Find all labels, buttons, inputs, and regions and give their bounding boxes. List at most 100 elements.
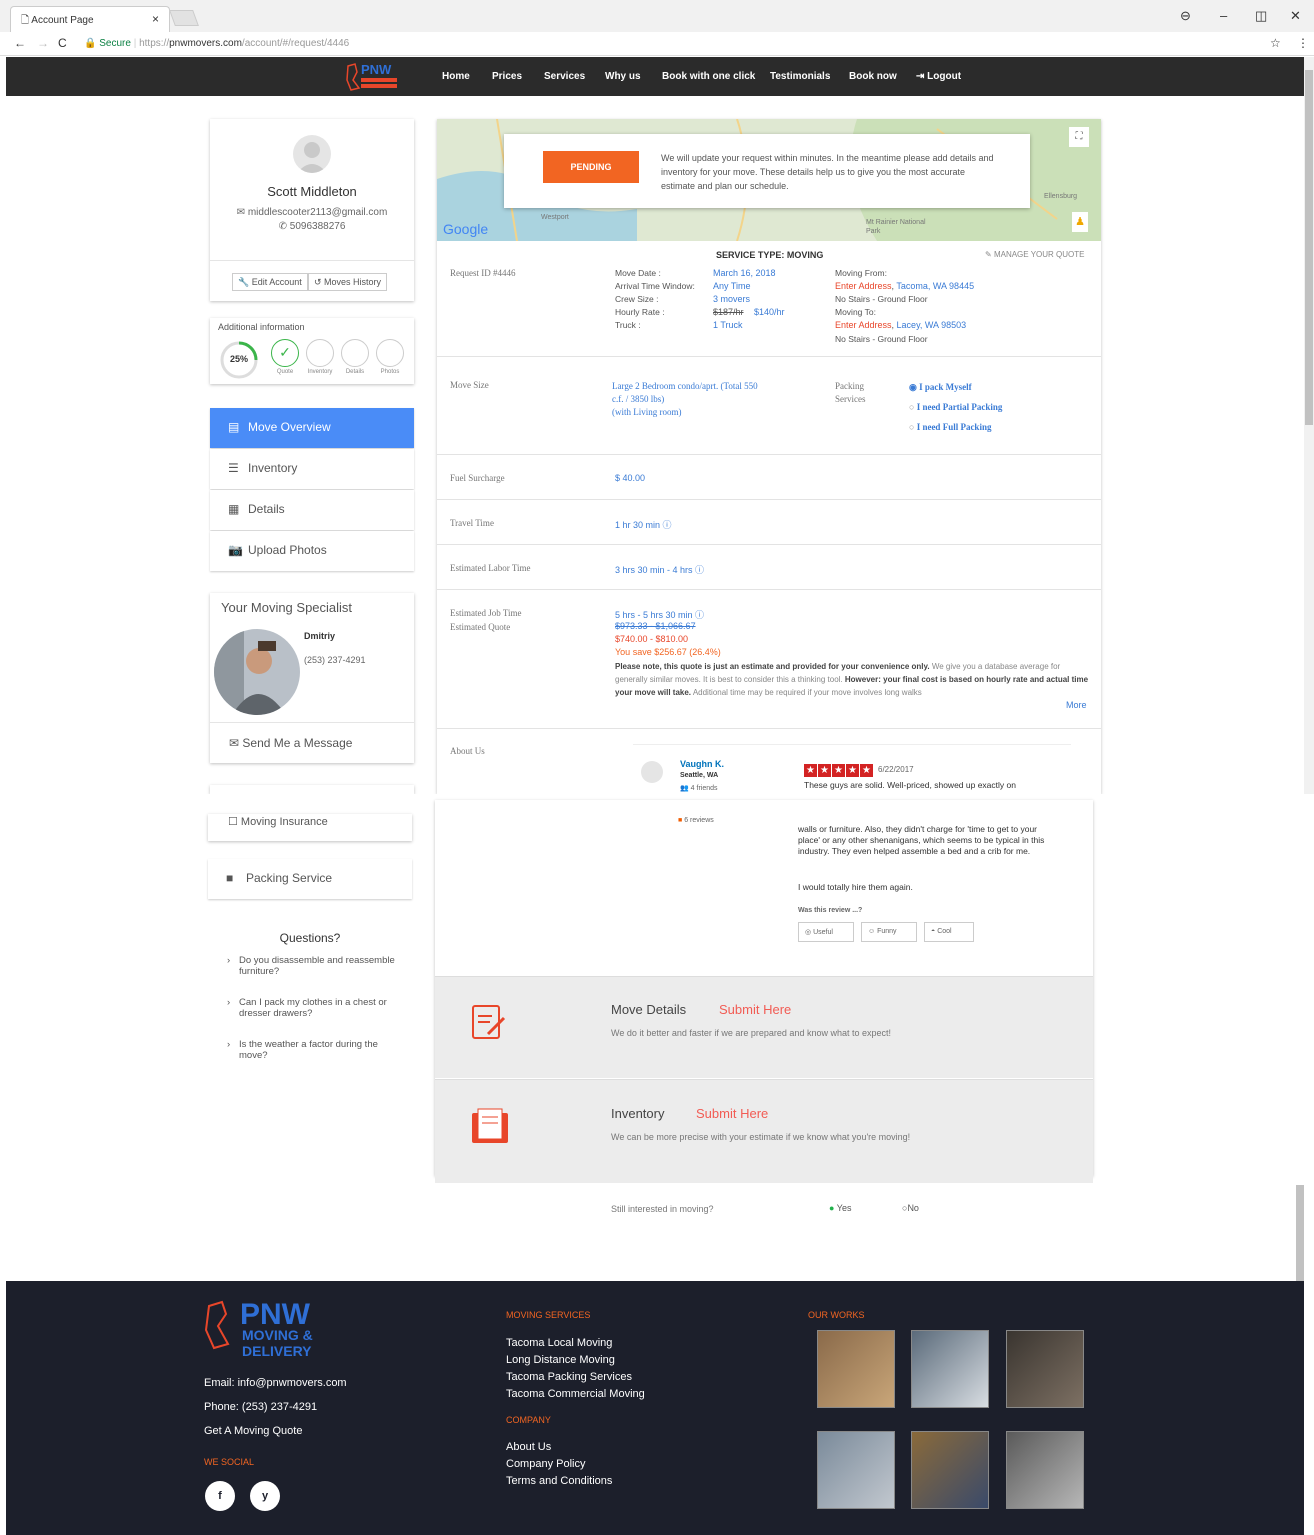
menu-inventory[interactable]: ☰ Inventory (210, 449, 414, 489)
inventory-icon (470, 1107, 510, 1145)
footer-link[interactable]: Company Policy (506, 1456, 585, 1473)
details-step-icon[interactable] (341, 339, 369, 367)
submit-here-link[interactable]: Submit Here (719, 1002, 791, 1017)
work-photo[interactable] (817, 1330, 895, 1408)
move-size-value[interactable]: Large 2 Bedroom condo/aprt. (Total 550 c… (612, 380, 758, 419)
footer-link[interactable]: Long Distance Moving (506, 1352, 615, 1369)
move-date[interactable]: March 16, 2018 (713, 268, 776, 278)
footer-link[interactable]: Tacoma Packing Services (506, 1369, 632, 1386)
info-icon[interactable]: ⓘ (695, 565, 704, 575)
from-address[interactable]: Enter Address, Tacoma, WA 98445 (835, 281, 974, 291)
facebook-icon[interactable]: f (205, 1481, 235, 1511)
maximize-icon[interactable]: ◫ (1255, 8, 1267, 24)
job-time-label: Estimated Job Time (450, 608, 522, 618)
forward-icon[interactable]: → (37, 36, 49, 50)
nav-book-now[interactable]: Book now (849, 71, 897, 82)
divider (437, 728, 1101, 729)
reload-icon[interactable]: C (58, 36, 67, 50)
nav-home[interactable]: Home (442, 71, 470, 82)
yes-label: Yes (836, 1203, 852, 1213)
cool-button[interactable]: ◓ Cool (924, 922, 974, 942)
footer-link[interactable]: Terms and Conditions (506, 1473, 612, 1490)
minimize-icon[interactable]: – (1220, 8, 1227, 23)
packing-option-full[interactable]: ○ I need Full Packing (909, 422, 991, 432)
move-size-line: Large 2 Bedroom condo/aprt. (Total 550 (612, 381, 758, 391)
footer-link[interactable]: Tacoma Local Moving (506, 1335, 612, 1352)
nav-services[interactable]: Services (544, 71, 585, 82)
nav-why-us[interactable]: Why us (605, 71, 641, 82)
crew-label: Crew Size : (615, 294, 659, 304)
work-photo[interactable] (911, 1330, 989, 1408)
info-icon[interactable]: ⓘ (663, 520, 672, 530)
divider (210, 260, 414, 261)
interest-yes[interactable]: ● Yes (829, 1203, 851, 1213)
more-link[interactable]: More (1066, 700, 1087, 710)
photos-step-icon[interactable] (376, 339, 404, 367)
bookmark-star-icon[interactable]: ☆ (1270, 36, 1281, 50)
funny-button[interactable]: ☺ Funny (861, 922, 917, 942)
funny-label: Funny (877, 928, 897, 935)
quote-check-icon[interactable]: ✓ (271, 339, 299, 367)
nav-testimonials[interactable]: Testimonials (770, 71, 830, 82)
profile-icon[interactable]: ⊖ (1180, 8, 1191, 24)
url-scheme: https:// (139, 38, 170, 49)
tab-close-icon[interactable]: × (152, 12, 159, 26)
faq-item[interactable]: › Do you disassemble and reassemble furni… (227, 955, 397, 977)
footer-email[interactable]: Email: info@pnwmovers.com (204, 1375, 347, 1392)
packing-option-self[interactable]: ◉ I pack Myself (909, 382, 972, 393)
progress-ring: 25% (219, 340, 259, 380)
pegman-icon[interactable]: ♟ (1072, 212, 1088, 232)
browser-tab[interactable]: 🗋 Account Page × (10, 6, 170, 34)
to-address[interactable]: Enter Address, Lacey, WA 98503 (835, 320, 966, 330)
work-photo[interactable] (1006, 1431, 1084, 1509)
nav-prices[interactable]: Prices (492, 71, 522, 82)
work-photo[interactable] (911, 1431, 989, 1509)
arrival-window[interactable]: Any Time (713, 281, 751, 291)
url-field[interactable]: 🔒 Secure | https://pnwmovers.com/account… (80, 35, 1260, 53)
footer-phone[interactable]: Phone: (253) 237-4291 (204, 1399, 317, 1416)
enter-address-link[interactable]: Enter Address (835, 281, 892, 291)
footer-quote-link[interactable]: Get A Moving Quote (204, 1423, 302, 1440)
moves-history-button[interactable]: ↺ Moves History (308, 273, 388, 291)
info-icon[interactable]: ⓘ (695, 610, 704, 620)
footer-link[interactable]: About Us (506, 1439, 551, 1456)
truck-count[interactable]: 1 Truck (713, 320, 743, 330)
enter-address-link[interactable]: Enter Address (835, 320, 892, 330)
footer-logo[interactable]: PNW MOVING & DELIVERY (204, 1296, 324, 1359)
profile-phone: ✆ 5096388276 (210, 221, 414, 232)
faq-item[interactable]: › Is the weather a factor during the move… (227, 1039, 397, 1061)
menu-dots-icon[interactable]: ⋮ (1297, 36, 1309, 50)
close-window-icon[interactable]: ✕ (1290, 8, 1301, 24)
faq-item[interactable]: › Can I pack my clothes in a chest or dre… (227, 997, 397, 1019)
footer-link[interactable]: Tacoma Commercial Moving (506, 1386, 645, 1403)
send-message-button[interactable]: ✉ Send Me a Message (229, 736, 352, 750)
interest-no[interactable]: ○No (902, 1203, 919, 1213)
packing-option-partial[interactable]: ○ I need Partial Packing (909, 402, 1002, 412)
edit-account-button[interactable]: 🔧 Edit Account (232, 273, 308, 291)
back-icon[interactable]: ← (14, 36, 26, 50)
chevron-right-icon: › (227, 955, 231, 966)
menu-move-overview[interactable]: ▤ Move Overview (210, 408, 414, 448)
manage-quote-link[interactable]: ✎ MANAGE YOUR QUOTE (985, 250, 1084, 259)
fullscreen-icon[interactable]: ⛶ (1069, 127, 1089, 147)
page-icon: 🗋 (21, 15, 32, 26)
work-photo[interactable] (817, 1431, 895, 1509)
inventory-step-icon[interactable] (306, 339, 334, 367)
crew-size[interactable]: 3 movers (713, 294, 750, 304)
to-stairs: No Stairs - Ground Floor (835, 334, 928, 344)
profile-email: ✉ middlescooter2113@gmail.com (210, 207, 414, 218)
menu-moving-insurance[interactable]: ☐ Moving Insurance (208, 814, 412, 841)
useful-button[interactable]: ◎ Useful (798, 922, 854, 942)
nav-logout[interactable]: ⇥ Logout (916, 71, 961, 82)
overview-icon: ▤ (228, 420, 240, 434)
scrollbar-thumb[interactable] (1305, 70, 1313, 425)
menu-upload-photos[interactable]: 📷 Upload Photos (210, 531, 414, 571)
nav-book-one-click[interactable]: Book with one click (662, 71, 755, 82)
work-photo[interactable] (1006, 1330, 1084, 1408)
menu-details[interactable]: ▦ Details (210, 490, 414, 530)
yelp-icon[interactable]: y (250, 1481, 280, 1511)
menu-packing-service[interactable]: ■ Packing Service (208, 859, 412, 899)
pnw-logo[interactable]: PNW (345, 60, 400, 94)
reviewer-name[interactable]: Vaughn K. (680, 759, 724, 769)
submit-here-link[interactable]: Submit Here (696, 1106, 768, 1121)
